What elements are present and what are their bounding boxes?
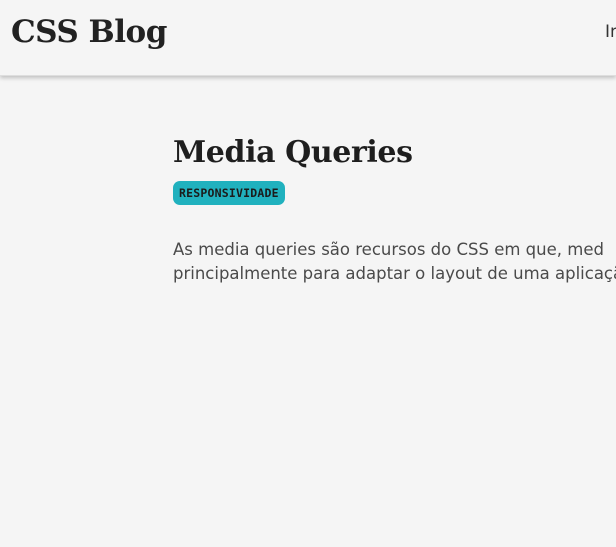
- site-logo-title[interactable]: CSS Blog: [11, 13, 167, 51]
- post-body-line: As media queries são recursos do CSS em …: [173, 240, 604, 259]
- post-body-line: principalmente para adaptar o layout de …: [173, 264, 616, 283]
- main-content: Media Queries RESPONSIVIDADE As media qu…: [0, 76, 616, 547]
- site-header: CSS Blog In: [0, 0, 616, 76]
- post-body: As media queries são recursos do CSS em …: [173, 238, 616, 286]
- post-title: Media Queries: [173, 135, 413, 170]
- post-tag-badge[interactable]: RESPONSIVIDADE: [173, 181, 285, 205]
- nav-link-partial[interactable]: In: [605, 22, 616, 42]
